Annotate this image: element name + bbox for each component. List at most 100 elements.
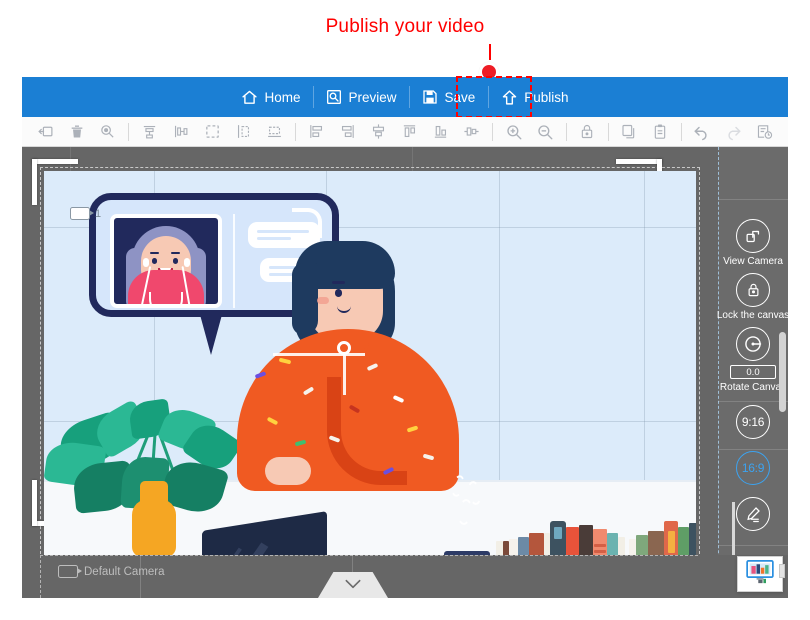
canvas-illustration (44, 171, 696, 560)
paste-icon[interactable] (645, 118, 676, 146)
aspect-ratio-9-16-button[interactable]: 9:16 (718, 405, 788, 439)
import-icon[interactable] (30, 118, 61, 146)
layer-tag-label: 1 (95, 207, 102, 220)
zoom-in-icon[interactable] (498, 118, 529, 146)
app-header: Home Preview Save Publish (22, 77, 788, 117)
scene-thumbnail-icon (746, 559, 774, 589)
align-middle-icon[interactable] (456, 118, 487, 146)
layer-tag[interactable]: 1 (70, 207, 101, 220)
home-button-label: Home (264, 89, 301, 105)
panel-separator (718, 199, 788, 200)
distribute-vertical-icon[interactable] (134, 118, 165, 146)
panel-separator (718, 449, 788, 450)
header-button-group: Home Preview Save Publish (228, 77, 581, 117)
chevron-down-icon (343, 577, 363, 595)
book-row (496, 501, 696, 560)
video-editor-window: Publish your video Home Preview Save Pub… (0, 0, 810, 620)
preview-button[interactable]: Preview (313, 77, 409, 117)
view-camera-label: View Camera (723, 256, 783, 267)
panel-separator (718, 545, 788, 546)
expand-arrows-icon (736, 219, 770, 253)
timeline-left-border (40, 555, 41, 598)
lock-icon[interactable] (571, 118, 602, 146)
character-seam (273, 353, 365, 356)
zoom-out-icon[interactable] (529, 118, 560, 146)
toolbar-separator (565, 122, 567, 141)
timeline-track-label: Default Camera (84, 565, 165, 578)
scene-thumbnail-card[interactable] (737, 556, 785, 592)
rotate-canvas-value[interactable]: 0.0 (730, 365, 776, 379)
earbud-left (143, 258, 149, 267)
aspect-ratio-16-9-button[interactable]: 16:9 (718, 451, 788, 485)
character-eye (335, 289, 342, 297)
panel-scroll-track[interactable] (732, 502, 735, 557)
aspect-ratio-9-16-label: 9:16 (741, 415, 765, 429)
locate-icon[interactable] (92, 118, 123, 146)
video-thumbnail (110, 214, 222, 308)
publish-upload-icon (501, 89, 518, 106)
edit-canvas-button[interactable] (718, 497, 788, 531)
ratio-9-16-icon: 9:16 (736, 405, 770, 439)
preview-magnifier-icon (326, 89, 342, 105)
home-icon (241, 89, 258, 106)
camera-chip-icon (70, 207, 94, 220)
align-bottom-icon[interactable] (425, 118, 456, 146)
character-eyebrow (332, 281, 345, 284)
main-character (237, 241, 462, 491)
delete-trash-icon[interactable] (61, 118, 92, 146)
timeline-track-default-camera[interactable]: Default Camera (58, 565, 165, 578)
canvas-tools-panel: View Camera Lock the canvas 0.0 Rotate C… (716, 147, 790, 598)
rotate-canvas-control[interactable]: 0.0 Rotate Canvas (718, 327, 788, 393)
timeline-strip: Default Camera (22, 555, 788, 598)
lock-canvas-button[interactable]: Lock the canvas (716, 273, 790, 321)
timeline-top-border (40, 555, 698, 556)
save-button-label: Save (444, 89, 476, 105)
lock-canvas-label: Lock the canvas (716, 310, 790, 321)
undo-icon[interactable] (687, 118, 718, 146)
panel-scrollbar[interactable] (779, 332, 786, 412)
align-left-icon[interactable] (301, 118, 332, 146)
annotation-leader-line (489, 44, 491, 60)
panel-separator (718, 401, 788, 402)
rotate-dial-icon (736, 327, 770, 361)
home-button[interactable]: Home (228, 77, 313, 117)
thumbnail-side-tab (779, 564, 785, 578)
toolbar-separator (294, 122, 296, 141)
select-all-icon[interactable] (196, 118, 227, 146)
ratio-16-9-icon: 16:9 (736, 451, 770, 485)
bubble-tail (199, 311, 223, 355)
align-center-icon[interactable] (363, 118, 394, 146)
annotation-label: Publish your video (325, 16, 485, 37)
plant-pot (132, 499, 176, 557)
save-floppy-icon (422, 89, 438, 105)
toolbar-separator (607, 122, 609, 141)
toolbar-separator (128, 122, 130, 141)
earbud-right (184, 258, 190, 267)
copy-icon[interactable] (613, 118, 644, 146)
fit-width-icon[interactable] (259, 118, 290, 146)
caller-earphone-loop (149, 292, 183, 304)
canvas-workspace[interactable]: 1 (22, 147, 788, 598)
padlock-icon (736, 273, 770, 307)
view-camera-button[interactable]: View Camera (718, 219, 788, 267)
video-canvas[interactable]: 1 (44, 171, 696, 560)
character-hand (265, 457, 311, 485)
fit-height-icon[interactable] (228, 118, 259, 146)
pencil-edit-icon (736, 497, 770, 531)
character-hair-side (292, 263, 318, 335)
publish-button-label: Publish (524, 89, 569, 105)
rotate-canvas-label: Rotate Canvas (719, 382, 787, 393)
distribute-horizontal-icon[interactable] (165, 118, 196, 146)
character-button (337, 341, 351, 355)
preview-button-label: Preview (348, 89, 397, 105)
publish-button[interactable]: Publish (488, 77, 581, 117)
align-right-icon[interactable] (332, 118, 363, 146)
toolbar-separator (492, 122, 494, 141)
redo-icon[interactable] (718, 118, 749, 146)
history-icon[interactable] (749, 118, 780, 146)
character-blush (317, 297, 329, 304)
align-top-icon[interactable] (394, 118, 425, 146)
camera-chip-icon (58, 565, 82, 578)
bubble-divider (233, 214, 235, 308)
save-button[interactable]: Save (409, 77, 488, 117)
